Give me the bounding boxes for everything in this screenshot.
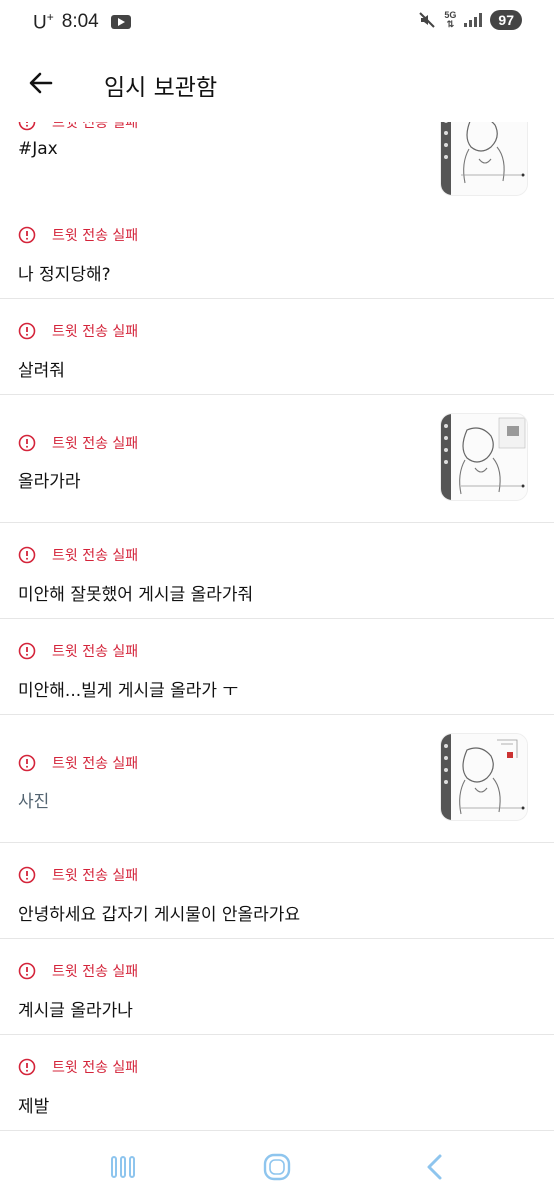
draft-text: 나 정지당해? [18,265,111,285]
carrier-label: U+ [33,10,54,34]
send-failed-status: 트윗 전송 실패 [18,865,138,885]
draft-item[interactable]: 트윗 전송 실패 미안해 잘못했어 게시글 올라가줘 [0,523,554,619]
alert-circle-icon [18,1058,36,1076]
draft-item[interactable]: 트윗 전송 실패 살려줘 [0,299,554,395]
draft-text: #Jax [18,139,58,159]
arrow-left-icon[interactable] [26,68,56,98]
draft-text: 미안해...빌게 게시글 올라가 ㅜ [18,681,239,701]
send-failed-status: 트윗 전송 실패 [18,545,138,565]
alert-circle-icon [18,226,36,244]
draft-image-thumbnail[interactable] [440,413,528,501]
alert-circle-icon [18,754,36,772]
alert-circle-icon [18,642,36,660]
youtube-notification-icon [110,15,131,30]
draft-text: 사진 [18,792,50,812]
alert-circle-icon [18,122,36,131]
send-failed-status: 트윗 전송 실패 [18,122,138,132]
draft-item[interactable]: 트윗 전송 실패 사진 [0,715,554,843]
home-icon[interactable] [260,1150,294,1184]
draft-image-thumbnail[interactable] [440,733,528,821]
draft-item[interactable]: 트윗 전송 실패 제발 [0,1035,554,1131]
page-title: 임시 보관함 [104,75,218,101]
draft-image-thumbnail[interactable] [440,122,528,196]
draft-item[interactable]: 트윗 전송 실패 미안해...빌게 게시글 올라가 ㅜ [0,619,554,715]
send-failed-status: 트윗 전송 실패 [18,225,138,245]
app-bar: 임시 보관함 [0,44,554,123]
draft-text: 안녕하세요 갑자기 게시물이 안올라가요 [18,905,301,925]
draft-item[interactable]: 트윗 전송 실패 계시글 올라가나 [0,939,554,1035]
mute-icon [419,12,436,28]
send-failed-status: 트윗 전송 실패 [18,641,138,661]
chevron-left-icon[interactable] [418,1150,452,1184]
draft-item[interactable]: 트윗 전송 실패 #Jax [0,122,554,204]
sketch-image [441,122,527,195]
draft-text: 미안해 잘못했어 게시글 올라가줘 [18,585,254,605]
sketch-image [441,734,527,820]
battery-indicator: 97 [490,10,522,30]
alert-circle-icon [18,962,36,980]
sketch-image [441,414,527,500]
draft-text: 제발 [18,1097,50,1117]
status-bar: U+ 8:04 5G ⇅ 97 [0,0,554,44]
send-failed-status: 트윗 전송 실패 [18,321,138,341]
clock: 8:04 [61,11,99,33]
draft-text: 계시글 올라가나 [18,1001,133,1021]
system-nav-bar [0,1132,554,1200]
send-failed-status: 트윗 전송 실패 [18,753,138,773]
recents-icon[interactable] [106,1150,140,1184]
send-failed-status: 트윗 전송 실패 [18,961,138,981]
draft-item[interactable]: 트윗 전송 실패 안녕하세요 갑자기 게시물이 안올라가요 [0,843,554,939]
alert-circle-icon [18,546,36,564]
signal-icon [464,13,483,27]
drafts-list[interactable]: 트윗 전송 실패 #Jax 트윗 전송 실패 나 정지당해? 트윗 전송 실패 [0,122,554,1132]
draft-text: 살려줘 [18,361,65,381]
send-failed-status: 트윗 전송 실패 [18,433,138,453]
send-failed-status: 트윗 전송 실패 [18,1057,138,1077]
alert-circle-icon [18,322,36,340]
draft-item[interactable]: 트윗 전송 실패 나 정지당해? [0,203,554,299]
alert-circle-icon [18,434,36,452]
alert-circle-icon [18,866,36,884]
draft-item[interactable]: 트윗 전송 실패 올라가라 [0,395,554,523]
network-5g-icon: 5G ⇅ [444,10,457,29]
draft-text: 올라가라 [18,472,81,492]
